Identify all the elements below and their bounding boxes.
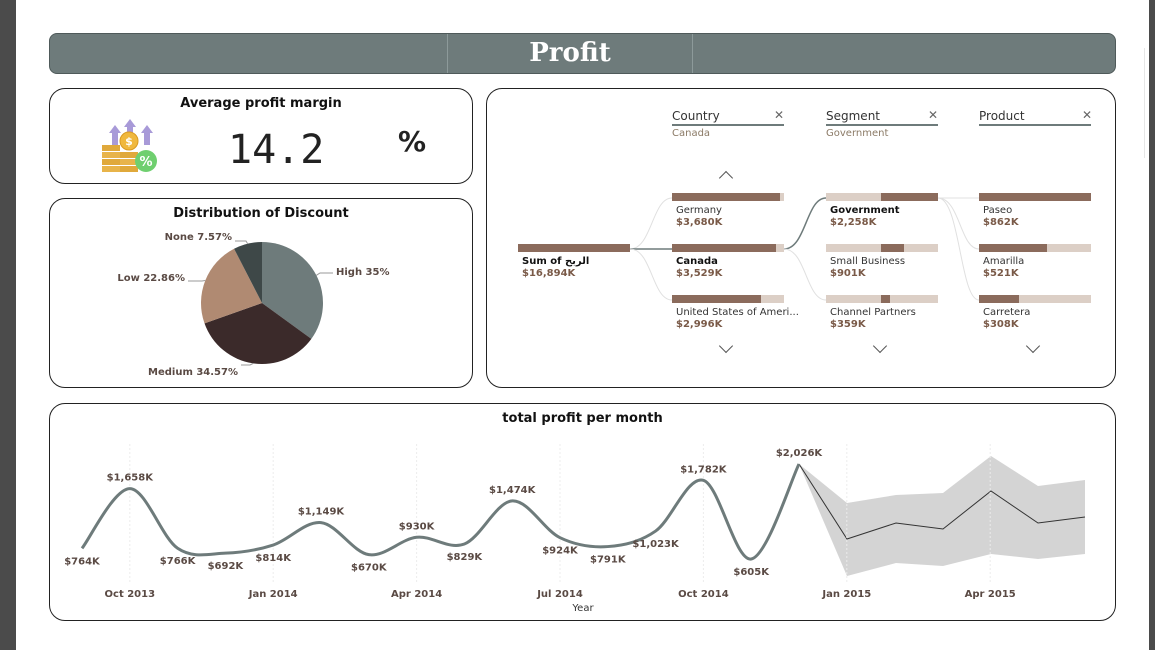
kpi-unit: %: [398, 125, 427, 158]
page-title: Profit: [447, 34, 693, 73]
close-icon[interactable]: ✕: [774, 108, 784, 122]
kpi-card[interactable]: Average profit margin $ % 14.2 %: [49, 88, 473, 184]
node-value: $359K: [830, 319, 866, 330]
pie-label: High 35%: [336, 267, 390, 278]
column-header-product[interactable]: Product: [979, 109, 1025, 123]
node-bar-fill: [881, 193, 938, 201]
x-tick-label: Apr 2015: [965, 589, 1016, 600]
pie-label: Medium 34.57%: [148, 367, 238, 378]
close-icon[interactable]: ✕: [1082, 108, 1092, 122]
node-label: Government: [830, 205, 900, 216]
scroll-edge: [1144, 48, 1145, 158]
node-label: Carretera: [983, 307, 1031, 318]
column-header-segment[interactable]: Segment: [826, 109, 880, 123]
data-label: $670K: [351, 563, 388, 574]
node-bar-fill: [881, 295, 890, 303]
data-label: $1,474K: [489, 485, 537, 496]
root-value: $16,894K: [522, 268, 576, 279]
close-icon[interactable]: ✕: [928, 108, 938, 122]
x-tick-label: Oct 2014: [678, 589, 729, 600]
column-underline: [979, 124, 1091, 126]
column-underline: [672, 124, 784, 126]
profit-line[interactable]: [80, 463, 801, 561]
x-tick-label: Apr 2014: [391, 589, 442, 600]
svg-text:%: %: [139, 155, 152, 170]
node-bar-fill: [672, 193, 780, 201]
node-label: Canada: [676, 256, 718, 267]
tree-connectors: [629, 197, 980, 301]
data-label: $1,023K: [632, 539, 680, 550]
data-label: $692K: [208, 561, 245, 572]
node-value: $901K: [830, 268, 866, 279]
pie-label: None 7.57%: [165, 232, 232, 243]
kpi-title: Average profit margin: [180, 96, 342, 111]
node-label: Paseo: [983, 205, 1013, 216]
data-label: $764K: [64, 556, 101, 567]
node-bar-fill: [672, 244, 776, 252]
x-tick-label: Jan 2015: [821, 589, 871, 600]
discount-pie-chart: High 35% Medium 34.57% Low 22.86% None 7.57…: [117, 232, 390, 378]
x-tick-label: Jan 2014: [248, 589, 298, 600]
node-label: United States of Ameri...: [676, 307, 799, 318]
profit-trend-card[interactable]: total profit per month $764K $1,658K $766K…: [49, 403, 1116, 621]
node-value: $3,680K: [676, 217, 723, 228]
column-header-country[interactable]: Country: [672, 109, 720, 123]
column-underline: [826, 124, 938, 126]
profit-line-chart: $764K $1,658K $766K $692K $814K $1,149K $670K $…: [64, 444, 1086, 614]
data-label: $1,782K: [680, 464, 728, 475]
column-filter-country: Canada: [672, 128, 711, 139]
node-value: $308K: [983, 319, 1019, 330]
coins-profit-icon: $ %: [102, 119, 157, 172]
data-label: $814K: [255, 553, 292, 564]
data-label: $791K: [590, 555, 627, 566]
node-label: Channel Partners: [830, 307, 916, 318]
kpi-value: 14.2: [228, 127, 325, 173]
forecast-band: [798, 456, 1086, 576]
svg-text:$: $: [125, 135, 133, 148]
node-label: Small Business: [830, 256, 906, 267]
pie-leader-line: [235, 240, 249, 244]
column-filter-segment: Government: [826, 128, 889, 139]
root-label: Sum of الربح: [522, 256, 590, 267]
pie-label: Low 22.86%: [117, 273, 185, 284]
node-value: $521K: [983, 268, 1019, 279]
title-bar: Profit: [49, 33, 1116, 74]
node-bar-fill: [979, 295, 1019, 303]
x-tick-label: Jul 2014: [536, 589, 583, 600]
data-label: $829K: [447, 552, 484, 563]
discount-card[interactable]: Distribution of Discount High 35% Medium …: [49, 198, 473, 388]
data-label: $605K: [733, 567, 770, 578]
data-label: $1,658K: [107, 473, 155, 484]
node-bar-fill: [672, 295, 761, 303]
node-label: Germany: [676, 205, 722, 216]
node-label: Amarilla: [983, 256, 1025, 267]
pie-leader-line: [241, 362, 254, 366]
data-label: $766K: [160, 556, 197, 567]
root-bar[interactable]: [518, 244, 630, 252]
node-bar-fill: [979, 244, 1047, 252]
data-label: $924K: [542, 546, 579, 557]
pie-leader-line: [316, 272, 333, 276]
node-bar-fill: [881, 244, 904, 252]
data-label: $2,026K: [776, 448, 824, 459]
x-axis-title: Year: [571, 603, 594, 614]
node-value: $862K: [983, 217, 1019, 228]
node-value: $2,996K: [676, 319, 723, 330]
node-bar-fill: [979, 193, 1091, 201]
node-value: $3,529K: [676, 268, 723, 279]
x-tick-label: Oct 2013: [105, 589, 156, 600]
data-label: $930K: [399, 521, 436, 532]
decomposition-tree-card[interactable]: Country ✕ Canada Segment ✕ Government Pr…: [486, 88, 1116, 388]
data-label: $1,149K: [298, 507, 346, 518]
report-page: Profit Average profit margin $ % 14.2 % …: [16, 0, 1149, 650]
node-value: $2,258K: [830, 217, 877, 228]
